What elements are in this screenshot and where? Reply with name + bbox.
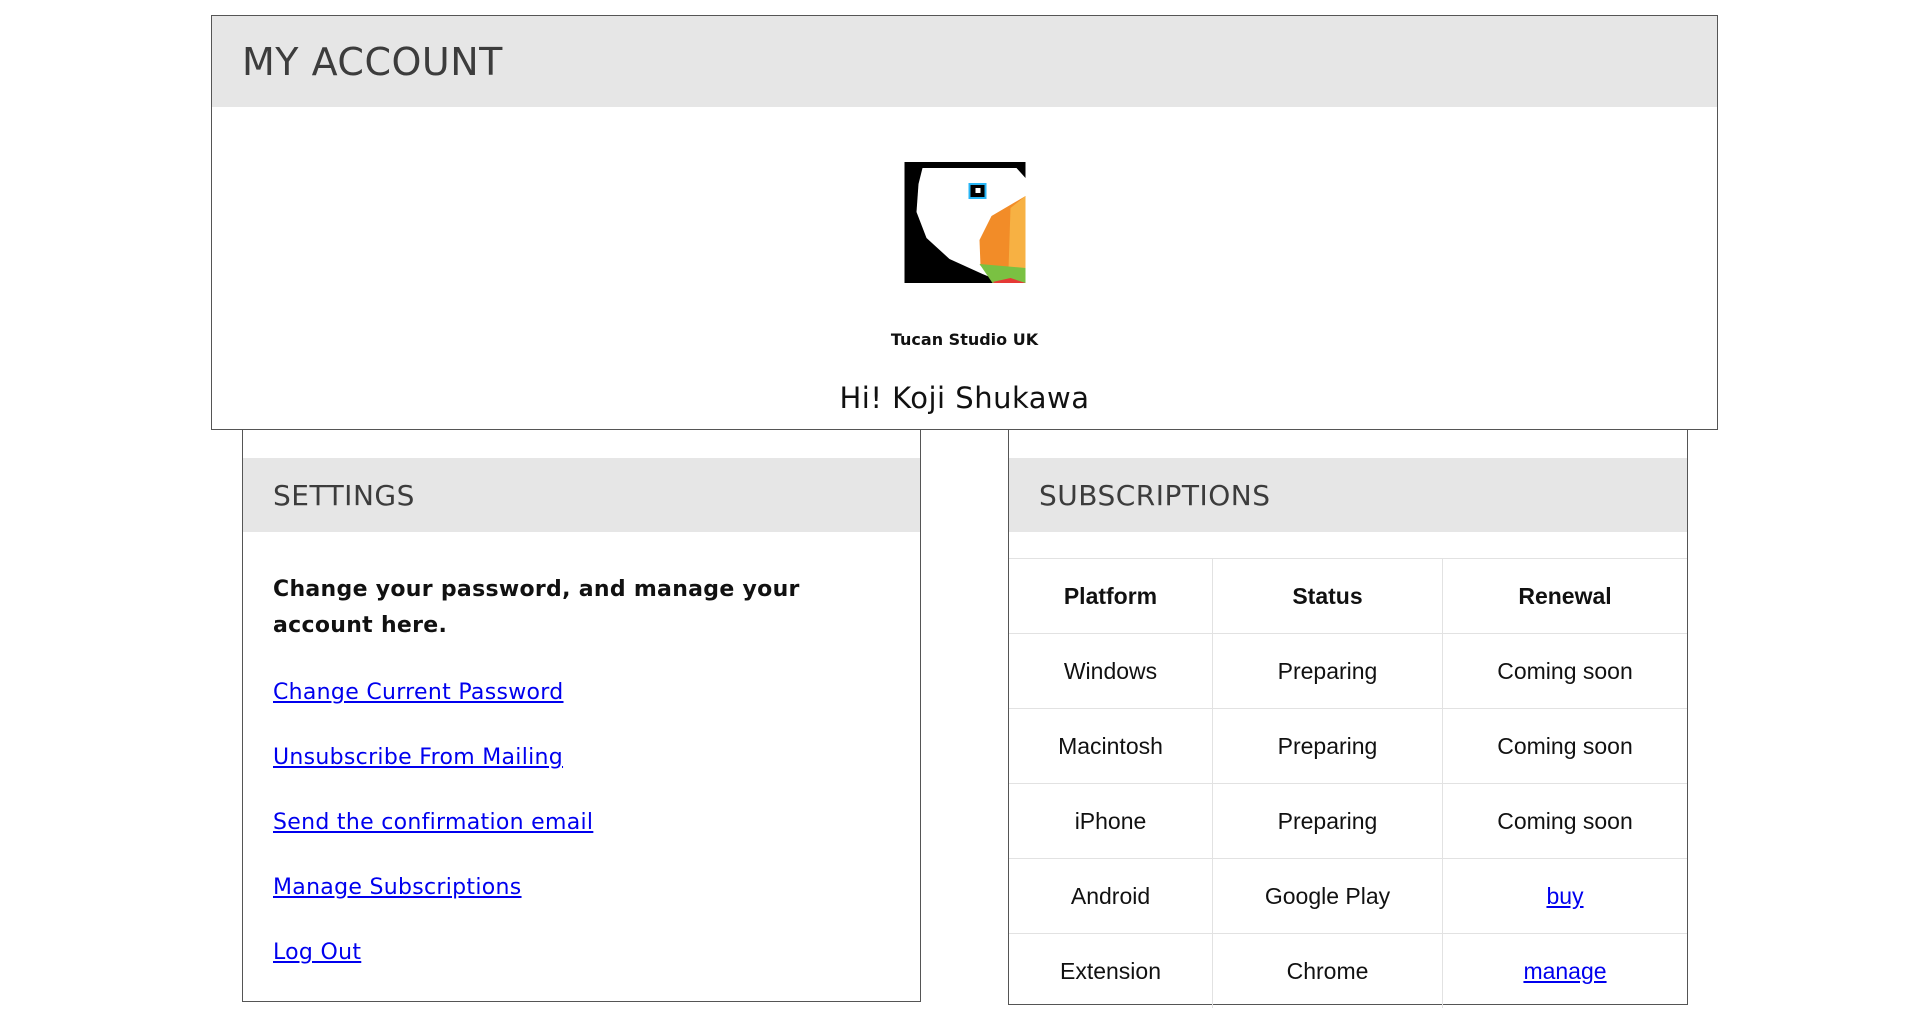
table-row: Windows Preparing Coming soon xyxy=(1009,633,1687,709)
change-password-link[interactable]: Change Current Password xyxy=(273,680,564,705)
settings-link-list: Change Current Password Unsubscribe From… xyxy=(273,680,593,1005)
renewal-cell: manage xyxy=(1442,933,1687,1008)
renewal-cell: Coming soon xyxy=(1442,633,1687,709)
column-header-renewal: Renewal xyxy=(1442,558,1687,634)
platform-cell: iPhone xyxy=(1009,783,1213,859)
platform-cell: Macintosh xyxy=(1009,708,1213,784)
my-account-card: MY ACCOUNT Tucan Studio UK Hi! Koji Shuk… xyxy=(211,15,1718,430)
platform-cell: Android xyxy=(1009,858,1213,934)
my-account-title: MY ACCOUNT xyxy=(242,39,503,84)
renewal-cell: buy xyxy=(1442,858,1687,934)
my-account-header: MY ACCOUNT xyxy=(212,16,1717,107)
platform-cell: Extension xyxy=(1009,933,1213,1008)
subscriptions-header: SUBSCRIPTIONS xyxy=(1009,458,1687,532)
platform-cell: Windows xyxy=(1009,633,1213,709)
settings-description: Change your password, and manage your ac… xyxy=(273,577,800,638)
table-row: iPhone Preparing Coming soon xyxy=(1009,783,1687,859)
buy-link[interactable]: buy xyxy=(1546,883,1583,909)
subscriptions-panel: SUBSCRIPTIONS Platform Status Renewal Wi… xyxy=(1008,430,1688,1008)
greeting-text: Hi! Koji Shukawa xyxy=(839,381,1090,415)
send-confirmation-email-link[interactable]: Send the confirmation email xyxy=(273,810,593,835)
account-page: MY ACCOUNT Tucan Studio UK Hi! Koji Shuk… xyxy=(0,0,1920,1030)
column-header-platform: Platform xyxy=(1009,558,1213,634)
status-cell: Preparing xyxy=(1212,708,1443,784)
toucan-logo-icon xyxy=(904,162,1025,283)
renewal-cell: Coming soon xyxy=(1442,708,1687,784)
settings-title: SETTINGS xyxy=(273,478,415,512)
table-row: Extension Chrome manage xyxy=(1009,933,1687,1008)
unsubscribe-mailing-link[interactable]: Unsubscribe From Mailing xyxy=(273,745,563,770)
manage-subscriptions-link[interactable]: Manage Subscriptions xyxy=(273,875,522,900)
company-name: Tucan Studio UK xyxy=(890,330,1039,349)
subscriptions-table: Platform Status Renewal Windows Preparin… xyxy=(1009,558,1687,1008)
status-cell: Chrome xyxy=(1212,933,1443,1008)
settings-link-item: Unsubscribe From Mailing xyxy=(273,745,593,810)
table-header-row: Platform Status Renewal xyxy=(1009,558,1687,634)
status-cell: Preparing xyxy=(1212,633,1443,709)
settings-link-item: Manage Subscriptions xyxy=(273,875,593,940)
log-out-link[interactable]: Log Out xyxy=(273,940,361,965)
settings-link-item: Log Out xyxy=(273,940,593,1005)
status-cell: Preparing xyxy=(1212,783,1443,859)
settings-panel: SETTINGS Change your password, and manag… xyxy=(242,430,921,1002)
column-header-status: Status xyxy=(1212,558,1443,634)
table-row: Macintosh Preparing Coming soon xyxy=(1009,708,1687,784)
table-row: Android Google Play buy xyxy=(1009,858,1687,934)
settings-header: SETTINGS xyxy=(243,458,920,532)
renewal-cell: Coming soon xyxy=(1442,783,1687,859)
settings-link-item: Change Current Password xyxy=(273,680,593,745)
status-cell: Google Play xyxy=(1212,858,1443,934)
subscriptions-title: SUBSCRIPTIONS xyxy=(1039,478,1271,512)
manage-link[interactable]: manage xyxy=(1523,958,1606,984)
settings-link-item: Send the confirmation email xyxy=(273,810,593,875)
